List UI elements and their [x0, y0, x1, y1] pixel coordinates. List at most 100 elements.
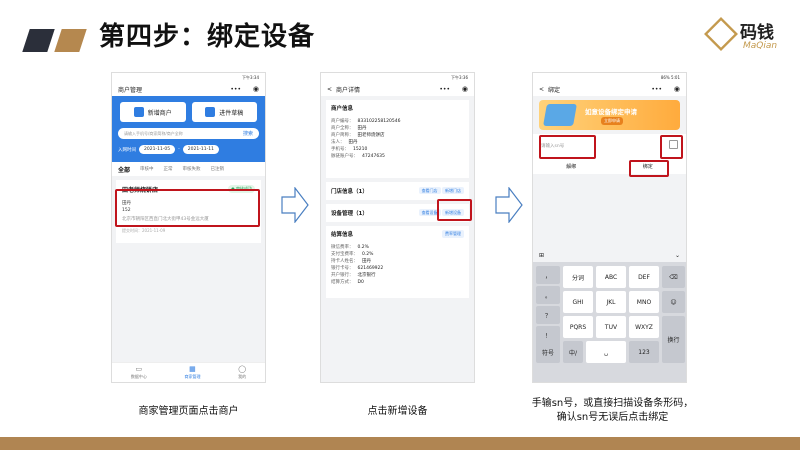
tab-normal[interactable]: 正常	[164, 166, 173, 172]
tab-reviewing[interactable]: 审核中	[140, 166, 154, 172]
key-comma[interactable]: ，	[536, 266, 560, 284]
tab-mine[interactable]: ◯ 我的	[238, 364, 247, 380]
key-ghi[interactable]: GHI	[563, 291, 593, 313]
apply-now-button[interactable]: 立即申请	[601, 117, 623, 125]
nav-title: 商户详情	[336, 86, 361, 94]
logo-name: 码钱	[740, 23, 774, 43]
merchant-banner: 新增商户 进件草稿 请输入手机号/商家简称/商户全称 搜索 入网时间 2021-…	[112, 96, 265, 162]
view-store-button[interactable]: 查看门店	[418, 187, 441, 194]
date-label: 入网时间	[118, 147, 136, 153]
field-label: 微信费率：	[331, 245, 354, 250]
lang-switch-button[interactable]: 中/	[563, 341, 583, 363]
keyboard-toolbar: ⊞ ⌄	[533, 248, 686, 262]
nav-bar: < 绑定 ••• ◉	[533, 82, 686, 96]
legal-person: 田丹	[348, 140, 358, 145]
caption-line1: 手输sn号，或直接扫描设备条形码，	[531, 398, 694, 409]
draft-icon	[205, 107, 216, 117]
footer-bar	[0, 437, 800, 450]
number-button[interactable]: 123	[629, 341, 659, 363]
bank-card-no: 621469922	[357, 266, 384, 271]
newline-button[interactable]: 换行	[662, 316, 685, 363]
key-tuv[interactable]: TUV	[596, 316, 626, 338]
header-decor-dark	[22, 29, 55, 52]
unbind-button[interactable]: 解绑	[533, 163, 610, 170]
add-store-button[interactable]: 新增门店	[442, 187, 464, 194]
field-label: 脉链账户号：	[331, 154, 358, 159]
settle-info-section: 结算信息 费率管理 微信费率： 0.2% 支付宝费率： 0.2% 持卡人姓名： 田丹 银…	[326, 226, 469, 298]
more-icon[interactable]: •••	[439, 86, 450, 93]
caption-line2: 确认sn号无误后点击绑定	[556, 412, 669, 423]
date-from[interactable]: 2021-11-05	[139, 145, 176, 154]
nav-bar: 商户管理 ••• ◉	[112, 82, 265, 96]
status-time: 下午3:34	[242, 74, 259, 80]
record-icon[interactable]: ◉	[674, 85, 680, 93]
back-icon[interactable]: <	[539, 86, 544, 93]
bind-apply-banner[interactable]: 如意设备绑定申请 立即申请	[539, 100, 680, 130]
device-title: 设备管理（1）	[331, 211, 368, 217]
grid-icon: ▦	[189, 364, 196, 373]
status-bar: 86% 5:01	[533, 73, 686, 82]
highlight-merchant-card	[115, 189, 260, 227]
highlight-bind	[629, 160, 669, 177]
tab-data-center[interactable]: ▭ 数据中心	[131, 365, 147, 380]
key-mno[interactable]: MNO	[629, 291, 659, 313]
rate-manage-button[interactable]: 费率管理	[442, 230, 464, 238]
header-decor-gold	[54, 29, 87, 52]
brand-logo: 码钱 MaQian	[704, 17, 784, 55]
key-def[interactable]: DEF	[629, 266, 659, 288]
store-icon	[133, 107, 144, 117]
field-label: 商户编号：	[331, 119, 354, 124]
record-icon[interactable]: ◉	[253, 85, 259, 93]
field-label: 持卡人姓名：	[331, 259, 358, 264]
draft-label: 进件草稿	[219, 109, 244, 117]
field-label: 结算方式：	[331, 280, 354, 285]
more-icon[interactable]: •••	[651, 86, 662, 93]
delete-icon[interactable]: ⌫	[662, 266, 685, 288]
field-label: 商户全称：	[331, 126, 354, 131]
key-segment[interactable]: 分词	[563, 266, 593, 288]
add-merchant-button[interactable]: 新增商户	[120, 102, 186, 122]
tab-merchant-manage[interactable]: ▦ 商家管理	[184, 364, 201, 380]
tab-failed[interactable]: 审核失败	[183, 166, 201, 172]
date-to[interactable]: 2021-11-11	[182, 145, 219, 154]
search-button[interactable]: 搜索	[243, 130, 253, 137]
highlight-sn-input	[539, 135, 596, 159]
field-label: 银行卡号：	[331, 266, 354, 271]
status-battery: 86% 5:01	[660, 75, 680, 80]
tab-all[interactable]: 全部	[118, 165, 130, 174]
cardholder-name: 田丹	[362, 259, 371, 264]
caption-step1: 商家管理页面点击商户	[138, 406, 239, 417]
merchant-info-section: 商户信息 商户编号： 833102258120546 商户全称： 田丹 商户简称：田…	[326, 100, 469, 178]
keyboard-collapse-icon[interactable]: ⌄	[675, 252, 680, 259]
key-question[interactable]: ？	[536, 306, 560, 324]
page-title: 第四步：绑定设备	[99, 22, 316, 52]
highlight-scan	[660, 135, 683, 159]
key-pqrs[interactable]: PQRS	[563, 316, 593, 338]
key-period[interactable]: 。	[536, 286, 560, 304]
field-label: 商户简称：	[331, 133, 354, 138]
caption-step2: 点击新增设备	[367, 406, 428, 417]
key-wxyz[interactable]: WXYZ	[629, 316, 659, 338]
key-jkl[interactable]: JKL	[596, 291, 626, 313]
space-key[interactable]: ␣	[586, 341, 626, 363]
more-icon[interactable]: •••	[230, 86, 241, 93]
symbol-button[interactable]: 符号	[536, 341, 560, 363]
emoji-icon[interactable]: ☺	[662, 291, 685, 313]
slide: 第四步：绑定设备 码钱 MaQian 下午3:34 商户管理 ••• ◉ 新增商…	[0, 0, 800, 450]
keyboard-grid-icon[interactable]: ⊞	[539, 252, 544, 259]
phone-bind-device: 86% 5:01 < 绑定 ••• ◉ 如意设备绑定申请 立即申请 请输入sn号…	[532, 72, 687, 383]
key-abc[interactable]: ABC	[596, 266, 626, 288]
user-icon: ◯	[238, 364, 247, 373]
tab-cancelled[interactable]: 已注销	[211, 166, 225, 172]
submit-time: 提交时间：2021-11-09	[122, 228, 166, 233]
tab-label: 商家管理	[184, 373, 201, 379]
nav-title: 绑定	[548, 86, 561, 94]
search-input[interactable]: 请输入手机号/商家简称/商户全称 搜索	[118, 128, 259, 139]
merchant-short-name: 田老师烧饼店	[357, 133, 385, 138]
caption-step3: 手输sn号，或直接扫描设备条形码， 确认sn号无误后点击绑定	[500, 397, 725, 425]
field-label: 开户银行：	[331, 273, 354, 278]
draft-button[interactable]: 进件草稿	[191, 102, 257, 122]
record-icon[interactable]: ◉	[462, 85, 468, 93]
back-icon[interactable]: <	[327, 86, 332, 93]
bottom-tabbar: ▭ 数据中心 ▦ 商家管理 ◯ 我的	[112, 362, 265, 382]
